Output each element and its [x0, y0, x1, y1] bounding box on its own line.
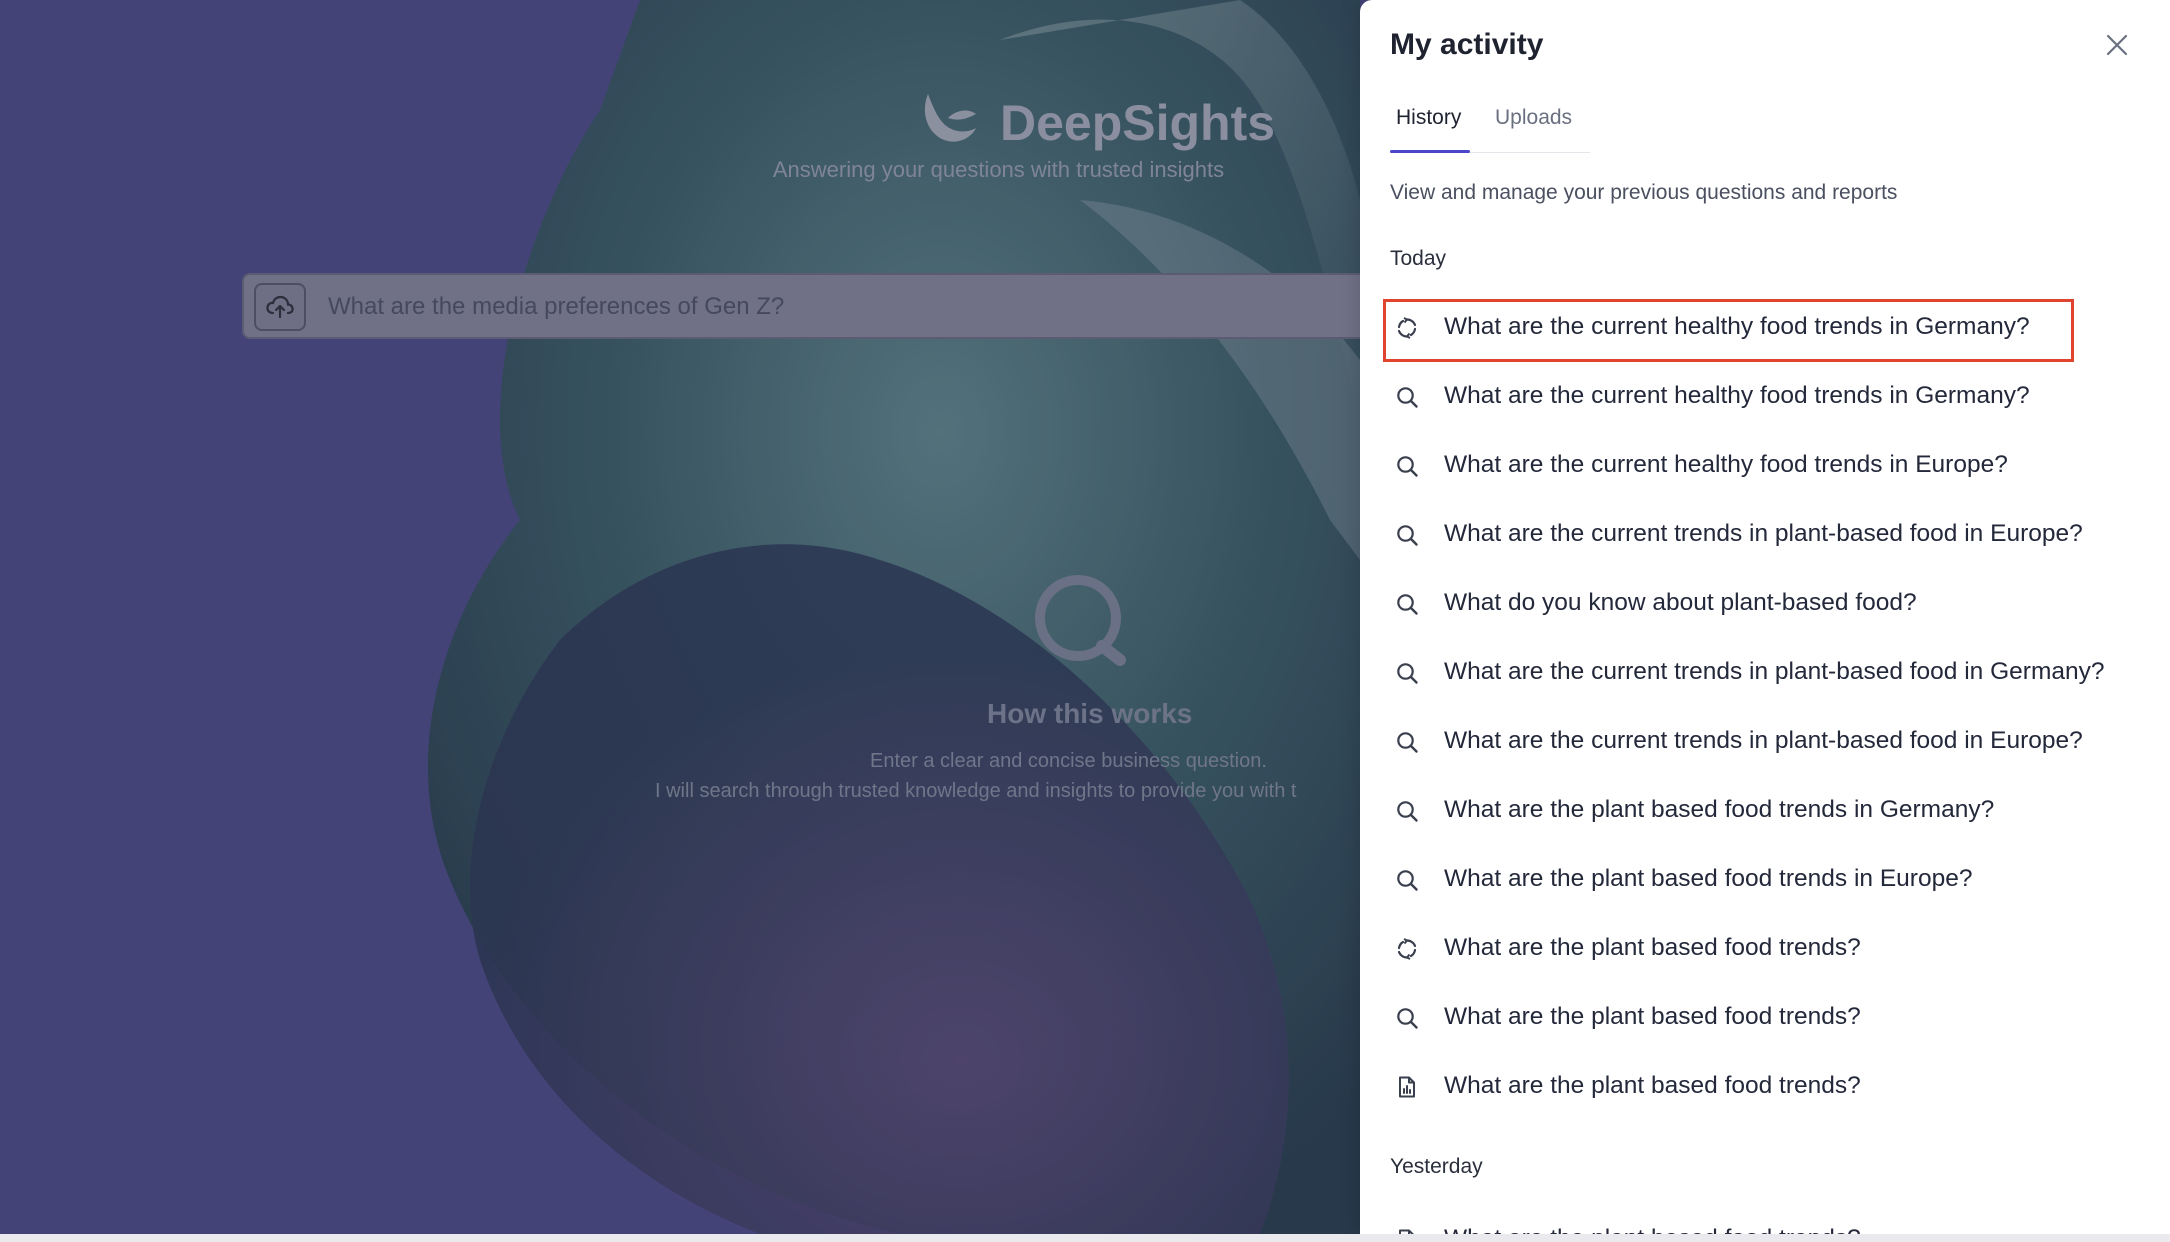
- search-icon: [1394, 453, 1420, 479]
- history-item[interactable]: What are the plant based food trends in …: [1384, 850, 2114, 910]
- panel-description: View and manage your previous questions …: [1390, 181, 1898, 204]
- history-item[interactable]: What are the current healthy food trends…: [1384, 436, 2114, 496]
- my-activity-panel: My activity History Uploads View and man…: [1360, 0, 2170, 1234]
- history-item-label: What are the current trends in plant-bas…: [1444, 520, 2083, 547]
- close-icon: [2106, 34, 2128, 56]
- upload-button[interactable]: [254, 283, 306, 331]
- history-item[interactable]: What are the plant based food trends in …: [1384, 781, 2114, 841]
- history-item-label: What are the current healthy food trends…: [1444, 451, 2008, 478]
- history-item-label: What are the plant based food trends?: [1444, 1072, 1861, 1099]
- history-item[interactable]: What are the plant based food trends?: [1384, 1057, 2114, 1117]
- history-item[interactable]: What are the plant based food trends?: [1384, 1210, 2114, 1234]
- history-item-label: What are the current healthy food trends…: [1444, 313, 2030, 340]
- window-bottom-edge: [0, 1234, 2170, 1242]
- history-item[interactable]: What are the current healthy food trends…: [1384, 298, 2114, 358]
- report-icon: [1394, 1074, 1420, 1100]
- close-button[interactable]: [2100, 28, 2134, 62]
- search-icon: [1394, 591, 1420, 617]
- search-icon: [1394, 384, 1420, 410]
- history-item[interactable]: What are the current trends in plant-bas…: [1384, 643, 2114, 703]
- search-icon: [1394, 522, 1420, 548]
- active-tab-indicator: [1390, 150, 1470, 153]
- history-item-label: What are the current trends in plant-bas…: [1444, 658, 2105, 685]
- search-icon: [1394, 660, 1420, 686]
- panel-title: My activity: [1390, 28, 1544, 61]
- cloud-upload-icon: [266, 295, 294, 319]
- tab-uploads[interactable]: Uploads: [1495, 106, 1572, 130]
- search-icon: [1394, 867, 1420, 893]
- history-item-label: What are the plant based food trends?: [1444, 1003, 1861, 1030]
- search-icon: [1394, 1005, 1420, 1031]
- history-item[interactable]: What are the current trends in plant-bas…: [1384, 505, 2114, 565]
- search-icon: [1394, 729, 1420, 755]
- history-item-label: What are the plant based food trends in …: [1444, 865, 1973, 892]
- search-icon: [1394, 798, 1420, 824]
- history-item[interactable]: What do you know about plant-based food?: [1384, 574, 2114, 634]
- history-item-label: What are the current healthy food trends…: [1444, 382, 2030, 409]
- how-it-works-line-1: Enter a clear and concise business quest…: [870, 750, 1267, 772]
- refresh-icon: [1394, 936, 1420, 962]
- section-label-today: Today: [1390, 247, 1447, 270]
- activity-tabs: History Uploads: [1390, 106, 1590, 154]
- history-item[interactable]: What are the plant based food trends?: [1384, 919, 2114, 979]
- history-item[interactable]: What are the current healthy food trends…: [1384, 367, 2114, 427]
- history-item-label: What are the plant based food trends in …: [1444, 796, 1995, 823]
- section-label-yesterday: Yesterday: [1390, 1155, 1483, 1178]
- refresh-icon: [1394, 315, 1420, 341]
- how-it-works-line-2: I will search through trusted knowledge …: [655, 780, 1297, 802]
- deepsights-logo-icon: [924, 94, 976, 142]
- history-item-label: What are the current trends in plant-bas…: [1444, 727, 2083, 754]
- history-item-label: What do you know about plant-based food?: [1444, 589, 1917, 616]
- history-item-label: What are the plant based food trends?: [1444, 1225, 1861, 1234]
- history-item-label: What are the plant based food trends?: [1444, 934, 1861, 961]
- brand-name: DeepSights: [1000, 95, 1276, 151]
- question-search-bar[interactable]: What are the media preferences of Gen Z?: [242, 273, 1372, 339]
- search-input[interactable]: What are the media preferences of Gen Z?: [328, 293, 784, 321]
- tab-history[interactable]: History: [1396, 106, 1461, 130]
- history-item[interactable]: What are the plant based food trends?: [1384, 988, 2114, 1048]
- how-it-works-title: How this works: [987, 698, 1193, 729]
- history-item[interactable]: What are the current trends in plant-bas…: [1384, 712, 2114, 772]
- search-large-icon: [1035, 575, 1126, 666]
- report-icon: [1394, 1227, 1420, 1234]
